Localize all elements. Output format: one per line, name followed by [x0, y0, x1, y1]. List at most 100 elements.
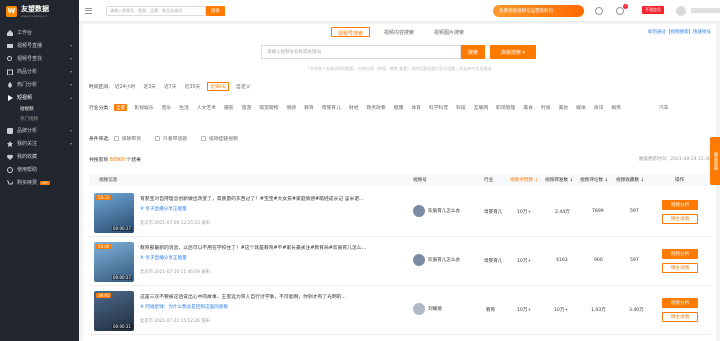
sidebar-item-label: 使用帮助 — [17, 167, 38, 173]
industry-option[interactable]: 旅游 — [241, 104, 253, 111]
col-likes[interactable]: 视频点赞数 ↓ — [510, 177, 538, 183]
industry-option[interactable]: 科技 — [455, 104, 467, 111]
tab-account-search[interactable]: 视频号搜索 — [331, 27, 371, 37]
duration: 00:00:37 — [112, 226, 132, 231]
industry-option[interactable]: 情感 — [285, 104, 297, 111]
sidebar-item-hot[interactable]: 热门分析 ▾ — [0, 78, 79, 91]
blogger[interactable]: 刘耀德 — [413, 303, 442, 315]
industry-option[interactable]: 萌宠萌物 — [258, 104, 279, 111]
video-thumbnail[interactable]: 58.06 00:00:37 — [94, 242, 134, 282]
industry-option[interactable]: 搞笑 — [610, 104, 622, 111]
col-shares[interactable]: 视频转发数 ↓ — [545, 177, 573, 183]
industry-option[interactable]: 全部 — [113, 104, 128, 111]
industry-option[interactable]: 资讯 — [593, 104, 605, 111]
sidebar-item-purchase[interactable]: 购买续费 VIP — [0, 176, 79, 189]
blogger-detail-button[interactable]: 博主详情 — [662, 263, 698, 273]
sidebar-item-help[interactable]: 使用帮助 — [0, 163, 79, 176]
blogger-detail-button[interactable]: 博主详情 — [662, 214, 698, 224]
industry-option[interactable]: 人文艺术 — [196, 104, 217, 111]
industry-option[interactable]: 摄影 — [223, 104, 235, 111]
sidebar-item-label: 短视频 — [17, 95, 33, 101]
avatar[interactable] — [676, 6, 686, 16]
video-title[interactable]: 教育部最新的消息，以后可以不用在学校住了！#这个就是教育#不#家长最关注#教育局… — [140, 244, 370, 251]
sidebar-item-workbench[interactable]: 工作台 — [0, 26, 79, 39]
search-input[interactable]: 请输入视频号名称或关键词 — [261, 45, 461, 59]
video-title[interactable]: 育婴宝对自持理念创新做出改变了，高质量的东西过了！#宝宝#大女孩#家庭情感#萌娃… — [140, 195, 370, 202]
industry-option[interactable]: 科学科普 — [428, 104, 449, 111]
top-search-input[interactable]: 请输入视频号、视频、品牌、商品关键词 — [106, 5, 206, 16]
search-button[interactable]: 搜索 — [461, 45, 485, 59]
time-option[interactable]: 近30天 — [184, 83, 202, 90]
help-link[interactable]: 如何通过【视频搜索】快速找号 — [648, 29, 711, 35]
sidebar-item-follow[interactable]: 我的关注 ▾ — [0, 137, 79, 150]
comments-cell: 7699 — [592, 209, 604, 214]
logo[interactable]: W 友望数据 www.youwang.cn — [0, 0, 79, 22]
tab-content-search[interactable]: 视频内容搜索 — [378, 27, 420, 37]
col-favorites[interactable]: 视频收藏数 ↓ — [616, 177, 644, 183]
industry-option[interactable]: 美妆 — [558, 104, 570, 111]
industry-option[interactable]: 母婴育儿 — [321, 104, 342, 111]
sidebar-item-short-video[interactable]: 短视频 ▴ — [0, 91, 79, 104]
industry-option[interactable]: 生活 — [178, 104, 190, 111]
industry-option[interactable]: 互联网 — [473, 104, 489, 111]
industry-option[interactable]: 美食 — [522, 104, 534, 111]
time-option[interactable]: 近24小时 — [114, 83, 137, 90]
industry-option[interactable]: 汽车 — [658, 104, 670, 111]
video-meta: 北京市 2021-07-08 12:25:23 发布 — [140, 221, 210, 226]
home-icon — [7, 29, 13, 36]
industry-option[interactable]: 政务政要 — [366, 104, 387, 111]
blogger-detail-button[interactable]: 博主详情 — [662, 312, 698, 322]
checkbox-box — [113, 136, 119, 141]
advanced-search-button[interactable]: 高级搜索 ▾ — [490, 45, 536, 59]
col-actions: 操作 — [675, 178, 685, 183]
industry-option[interactable]: 媒体 — [575, 104, 587, 111]
col-comments[interactable]: 视频评论数 ↓ — [580, 177, 608, 183]
menu-icon[interactable] — [85, 7, 92, 14]
sidebar-item-goods[interactable]: 商品分析 ▾ — [0, 65, 79, 78]
shares-cell: 4163 — [556, 258, 568, 263]
time-option[interactable]: 近3天 — [142, 83, 157, 90]
sidebar-item-favorites[interactable]: 我的收藏 — [0, 150, 79, 163]
contact-service-button[interactable]: 联系客服 — [710, 137, 720, 185]
sidebar-subitem-short-video[interactable]: 短视频 — [0, 104, 79, 114]
industry-option[interactable]: 音乐 — [161, 104, 173, 111]
industry-option[interactable]: 影视娱乐 — [133, 104, 154, 111]
industry-option[interactable]: 时尚 — [540, 104, 552, 111]
promo-banner[interactable]: 免费领取视频号运营资料包 — [493, 5, 584, 17]
blogger[interactable]: 欢辰育儿怎么办 — [413, 205, 460, 217]
industry-option[interactable]: 职场管理 — [495, 104, 516, 111]
industry-option[interactable]: 财经 — [348, 104, 360, 111]
time-option-custom[interactable]: 自定义 — [235, 83, 251, 90]
tab-image-search[interactable]: 视频图片搜索 — [428, 27, 470, 37]
time-option[interactable]: 近90天 — [207, 82, 230, 91]
video-analysis-button[interactable]: 视频分析 — [662, 200, 698, 210]
industry-option[interactable]: 健康 — [393, 104, 405, 111]
sidebar-subitem-hot-video[interactable]: 热门视频 — [0, 114, 79, 124]
industry-option[interactable]: 教育 — [303, 104, 315, 111]
result-count: 88960 — [109, 158, 125, 163]
video-analysis-button[interactable]: 视频分析 — [662, 298, 698, 308]
topic-only-checkbox[interactable]: 只看带话题 — [155, 135, 187, 142]
video-analysis-button[interactable]: 视频分析 — [662, 249, 698, 259]
blogger[interactable]: 欢辰育儿怎么办 — [413, 254, 460, 266]
video-topic[interactable]: # 亲子直播分享正能量 — [140, 206, 187, 212]
goods-icon — [7, 69, 13, 75]
exclude-link-checkbox[interactable]: 排除挂链视频 — [201, 135, 238, 142]
top-search-button[interactable]: 搜索 — [206, 5, 225, 16]
sidebar-item-brand[interactable]: 品牌分析 ▾ — [0, 124, 79, 137]
favorites-cell: 597 — [630, 209, 639, 214]
video-title[interactable]: 这是三双不要被这话说出心中的故事，王思远为育人自行讨学事，不可能啊，你到才有了光… — [140, 293, 370, 300]
likes-cell: 10万+ — [517, 259, 532, 264]
clock-icon[interactable] — [595, 7, 603, 15]
username[interactable] — [691, 8, 720, 13]
industry-option[interactable]: 体育 — [410, 104, 422, 111]
vip-button[interactable]: 开通会员 — [642, 6, 664, 14]
sidebar-item-live[interactable]: 视频号直播 ▾ — [0, 39, 79, 52]
video-topic[interactable]: # 阿福星球：为什么我总是回到这里的感慨 — [140, 304, 228, 310]
sidebar-item-find[interactable]: 视频号查找 ▾ — [0, 52, 79, 65]
video-topic[interactable]: # 亲子直播分享正能量 — [140, 255, 187, 261]
video-thumbnail[interactable]: 39.95 00:00:31 — [94, 291, 134, 331]
exclude-goods-checkbox[interactable]: 排除带货 — [113, 135, 141, 142]
time-option[interactable]: 近7天 — [163, 83, 178, 90]
video-thumbnail[interactable]: 58.31 00:00:37 — [94, 193, 134, 233]
